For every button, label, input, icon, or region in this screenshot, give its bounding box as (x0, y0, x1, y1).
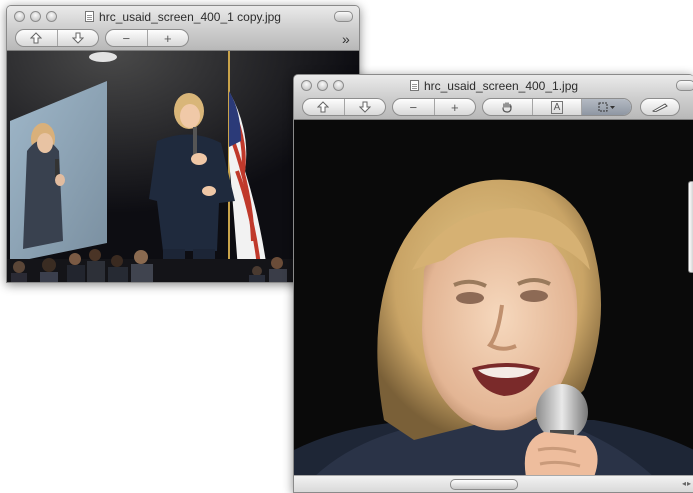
window-title: hrc_usaid_screen_400_1.jpg (294, 79, 693, 93)
document-icon (409, 80, 419, 91)
next-button[interactable] (345, 99, 386, 115)
zoom-segment: − + (392, 98, 476, 116)
select-tool-button[interactable] (582, 99, 631, 115)
zoom-in-icon: + (163, 30, 172, 46)
previous-arrow-icon (30, 32, 43, 44)
toolbar-toggle-icon[interactable] (676, 80, 693, 91)
photo-speaker-closeup (294, 120, 693, 476)
window-title: hrc_usaid_screen_400_1 copy.jpg (7, 10, 359, 24)
rect-select-icon (598, 102, 615, 112)
zoom-out-button[interactable]: − (393, 99, 435, 115)
title-bar[interactable]: hrc_usaid_screen_400_1.jpg (294, 75, 693, 97)
previous-button[interactable] (303, 99, 345, 115)
vertical-scrollbar[interactable] (688, 181, 693, 273)
document-icon (85, 11, 95, 22)
text-tool-icon: A (550, 100, 564, 114)
zoom-segment: − + (105, 29, 189, 47)
annotate-pen-icon (651, 103, 668, 112)
previous-arrow-icon (317, 101, 330, 113)
toolbar: − + » (7, 28, 359, 51)
tool-mode-segment: A (482, 98, 632, 116)
prev-next-segment (15, 29, 99, 47)
zoom-out-button[interactable]: − (106, 30, 148, 46)
prev-next-segment (302, 98, 386, 116)
text-tool-button[interactable]: A (533, 99, 583, 115)
next-button[interactable] (58, 30, 99, 46)
toolbar: − + A (294, 97, 693, 120)
next-arrow-icon (358, 101, 371, 113)
previous-button[interactable] (16, 30, 58, 46)
toolbar-toggle-icon[interactable] (334, 11, 353, 22)
preview-window-original: hrc_usaid_screen_400_1.jpg − + A ◂▸ (293, 74, 693, 493)
window-title-text: hrc_usaid_screen_400_1.jpg (423, 79, 579, 93)
zoom-in-icon: + (450, 99, 459, 115)
image-view (294, 120, 693, 476)
window-title-text: hrc_usaid_screen_400_1 copy.jpg (99, 10, 281, 24)
zoom-in-button[interactable]: + (148, 30, 189, 46)
zoom-out-icon: − (122, 30, 131, 46)
next-arrow-icon (71, 32, 84, 44)
horizontal-scrollbar[interactable]: ◂▸ (294, 475, 693, 492)
annotate-button[interactable] (641, 99, 679, 115)
zoom-out-icon: − (409, 99, 418, 115)
overflow-chevron-icon[interactable]: » (342, 31, 350, 47)
hand-tool-icon (502, 102, 512, 113)
title-bar[interactable]: hrc_usaid_screen_400_1 copy.jpg (7, 6, 359, 28)
annotate-segment (640, 98, 680, 116)
horizontal-scroll-thumb[interactable] (450, 479, 518, 490)
scroll-arrows-icon[interactable]: ◂▸ (682, 479, 692, 488)
zoom-in-button[interactable]: + (435, 99, 476, 115)
hand-tool-button[interactable] (483, 99, 533, 115)
